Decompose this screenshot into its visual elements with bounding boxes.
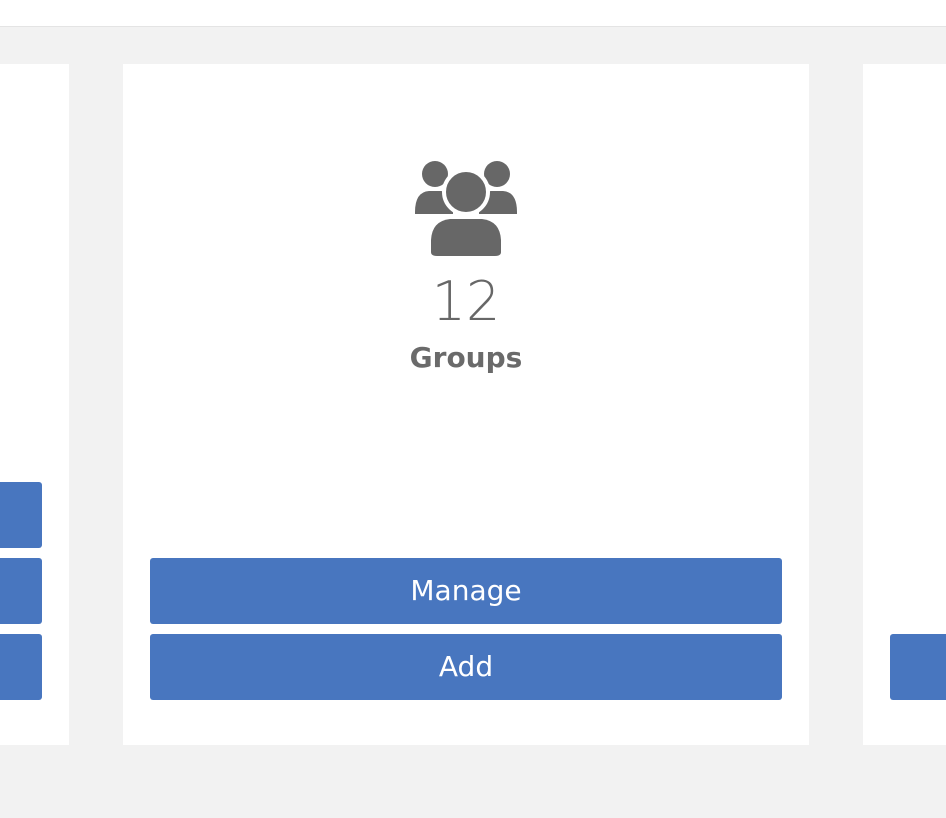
add-button[interactable]: Add (150, 634, 782, 700)
top-bar (0, 0, 946, 27)
left-card-button-1[interactable] (0, 482, 42, 548)
card-right-partial (863, 64, 946, 745)
left-card-button-2[interactable] (0, 558, 42, 624)
groups-card: 12 Groups Manage Add (123, 64, 809, 745)
left-card-button-3[interactable] (0, 634, 42, 700)
card-left-partial (0, 64, 69, 745)
manage-button[interactable]: Manage (150, 558, 782, 624)
right-card-button[interactable] (890, 634, 946, 700)
users-group-icon (415, 160, 517, 256)
groups-count: 12 (431, 270, 501, 333)
groups-label: Groups (409, 341, 523, 374)
